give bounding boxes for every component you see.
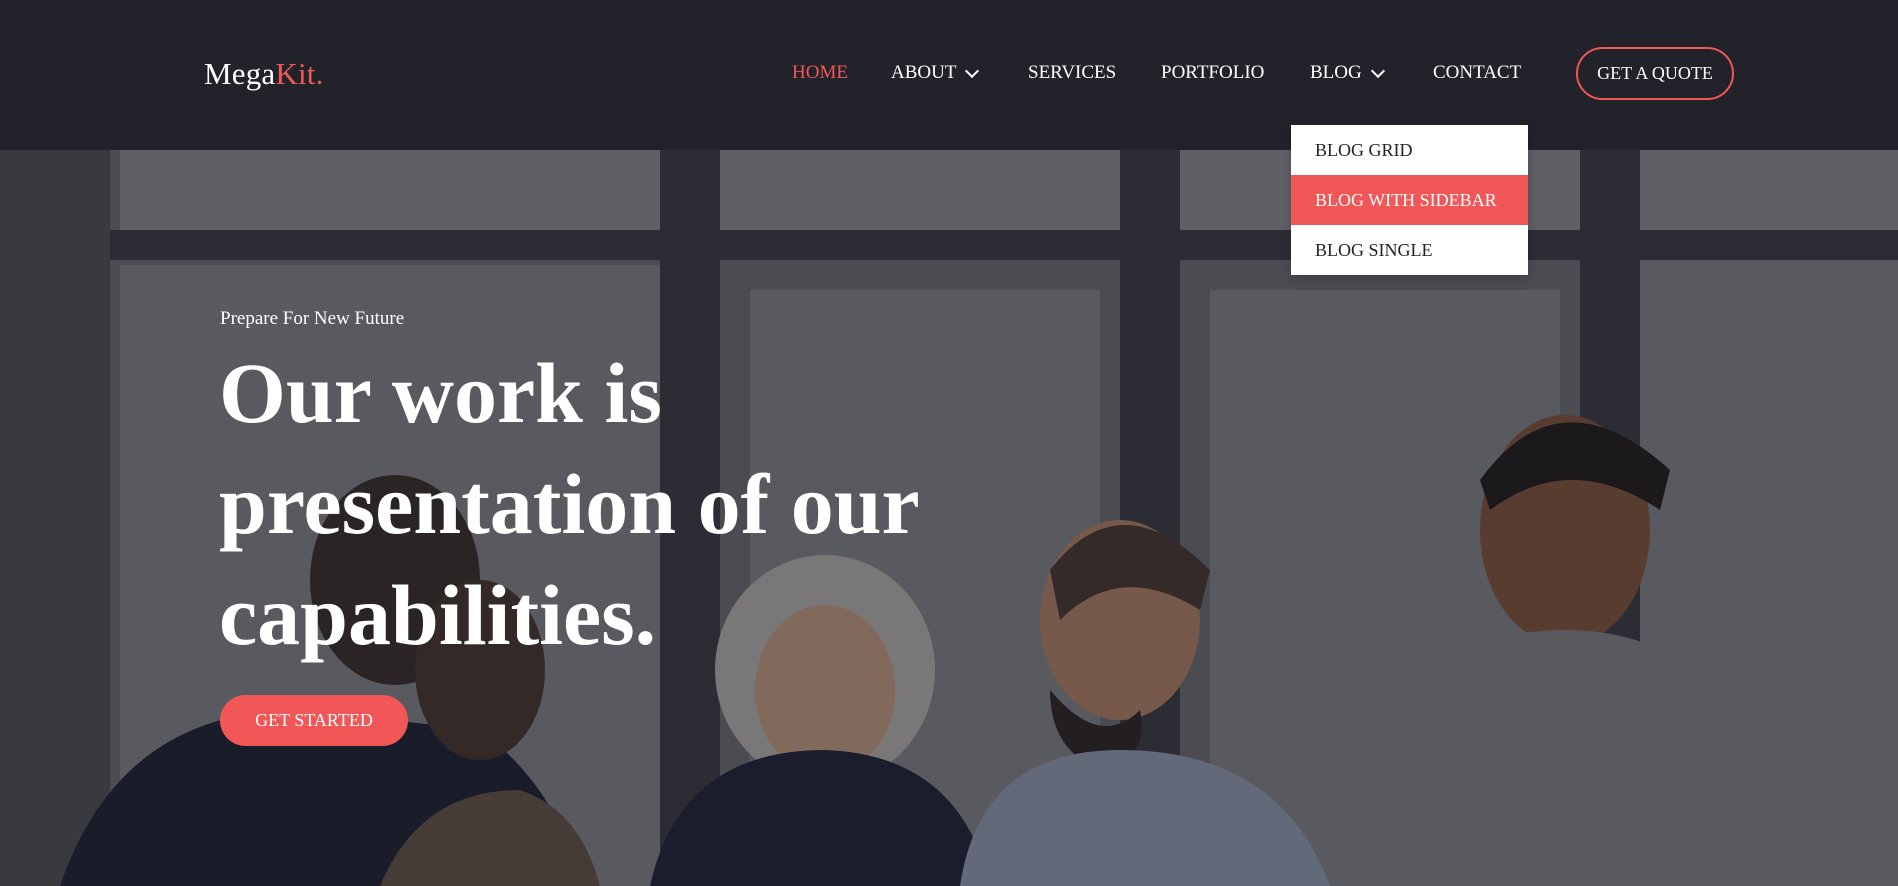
hero-title-line: presentation of our (219, 456, 920, 552)
hero-section: Prepare For New Future Our work is prese… (0, 150, 1898, 886)
dropdown-item-blog-with-sidebar[interactable]: BLOG WITH SIDEBAR (1291, 175, 1528, 225)
logo[interactable]: MegaKit. (204, 56, 324, 92)
hero-title-line: capabilities. (219, 567, 657, 663)
nav-item-home[interactable]: HOME (792, 62, 848, 84)
blog-dropdown-menu: BLOG GRID BLOG WITH SIDEBAR BLOG SINGLE (1291, 125, 1528, 275)
dropdown-item-blog-single[interactable]: BLOG SINGLE (1291, 225, 1528, 275)
hero-subtitle: Prepare For New Future (220, 308, 405, 329)
chevron-down-icon (965, 63, 980, 78)
nav-item-label: HOME (792, 62, 848, 83)
nav-item-label: CONTACT (1433, 62, 1522, 83)
logo-text-accent: Kit. (275, 56, 324, 91)
nav-item-portfolio[interactable]: PORTFOLIO (1161, 62, 1264, 84)
nav-item-services[interactable]: SERVICES (1028, 62, 1116, 84)
nav-item-label: SERVICES (1028, 62, 1117, 83)
hero-title: Our work is presentation of our capabili… (219, 338, 1039, 671)
chevron-down-icon (1370, 63, 1385, 78)
dropdown-item-blog-grid[interactable]: BLOG GRID (1291, 125, 1528, 175)
nav-item-label: BLOG (1310, 62, 1362, 83)
nav-item-label: PORTFOLIO (1161, 62, 1265, 83)
nav-item-contact[interactable]: CONTACT (1433, 62, 1521, 84)
logo-text-main: Mega (204, 56, 276, 91)
nav-item-about[interactable]: ABOUT (891, 62, 980, 84)
site-header: MegaKit. HOME ABOUT SERVICES PORTFOLIO B… (0, 0, 1898, 150)
nav-item-label: ABOUT (891, 62, 957, 83)
hero-title-line: Our work is (219, 345, 662, 441)
get-started-button[interactable]: GET STARTED (220, 695, 408, 746)
get-a-quote-button[interactable]: GET A QUOTE (1576, 47, 1734, 100)
nav-item-blog[interactable]: BLOG (1310, 62, 1385, 84)
